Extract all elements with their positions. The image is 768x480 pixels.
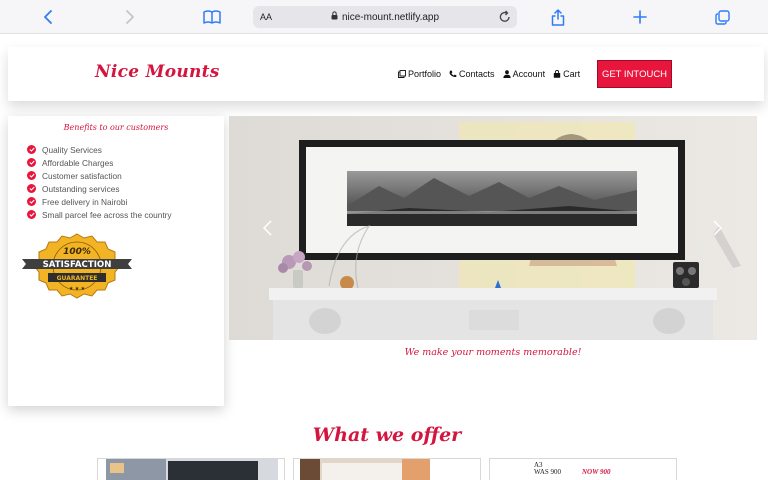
list-item: Quality Services (27, 143, 172, 156)
forward-icon[interactable] (122, 6, 138, 28)
list-item: Outstanding services (27, 182, 172, 195)
nav-portfolio-label: Portfolio (408, 69, 442, 79)
nav-portfolio[interactable]: Portfolio (398, 69, 441, 79)
badge-ribbon-text: GUARANTEE (57, 275, 98, 282)
list-item: Affordable Charges (27, 156, 172, 169)
lock-icon (331, 11, 338, 23)
check-icon (27, 171, 36, 180)
list-item: Free delivery in Nairobi (27, 195, 172, 208)
user-icon (502, 70, 511, 78)
bookmarks-icon[interactable] (202, 6, 222, 28)
nav-account-label: Account (512, 69, 546, 79)
check-icon (27, 197, 36, 206)
phone-icon (449, 70, 457, 78)
what-we-offer-title: What we offer (312, 424, 462, 446)
reload-icon[interactable] (499, 10, 511, 28)
carousel-prev-icon[interactable] (259, 218, 275, 238)
back-icon[interactable] (40, 6, 56, 28)
share-icon[interactable] (549, 6, 567, 28)
nav-account[interactable]: Account (502, 69, 546, 79)
list-item: Small parcel fee across the country (27, 208, 172, 221)
badge-percent: 100% (63, 247, 91, 257)
site-header: Nice Mounts Portfolio Contacts Account C… (8, 47, 764, 101)
offer-image (106, 459, 278, 480)
new-tab-icon[interactable] (631, 6, 649, 28)
nav-contacts[interactable]: Contacts (449, 69, 495, 79)
hero-tagline: We make your moments memorable! (404, 347, 582, 358)
offer-card[interactable] (293, 458, 481, 480)
nav-contacts-label: Contacts (459, 69, 495, 79)
benefits-list: Quality Services Affordable Charges Cust… (27, 143, 172, 221)
offer-card[interactable] (97, 458, 285, 480)
portfolio-icon (398, 70, 406, 78)
check-icon (27, 145, 36, 154)
offer-was-price: WAS 900 (534, 468, 562, 476)
site-logo[interactable]: Nice Mounts (95, 62, 220, 82)
check-icon (27, 184, 36, 193)
carousel-next-icon[interactable] (709, 218, 725, 238)
benefits-card: Benefits to our customers Quality Servic… (8, 116, 224, 406)
offer-image (300, 459, 430, 480)
badge-word: SATISFACTION (43, 260, 112, 270)
benefits-title: Benefits to our customers (63, 123, 169, 132)
get-in-touch-button[interactable]: GET INTOUCH (597, 60, 672, 88)
tab-overview-icon[interactable] (713, 6, 731, 28)
browser-toolbar: AA nice-mount.netlify.app (0, 0, 768, 34)
check-icon (27, 158, 36, 167)
address-bar[interactable]: AA nice-mount.netlify.app (253, 6, 517, 28)
hero-image (229, 116, 757, 340)
main-nav: Portfolio Contacts Account Cart (398, 69, 580, 79)
offer-card[interactable]: A3 WAS 900 NOW 900 (489, 458, 677, 480)
nav-cart-label: Cart (563, 69, 581, 79)
hero-carousel[interactable] (229, 116, 757, 340)
check-icon (27, 210, 36, 219)
badge-stars: ★ ★ ★ (69, 286, 86, 292)
url-text: nice-mount.netlify.app (341, 11, 440, 23)
list-item: Customer satisfaction (27, 169, 172, 182)
nav-cart[interactable]: Cart (553, 69, 580, 79)
bag-icon (553, 70, 561, 78)
offer-now-price: NOW 900 (582, 468, 611, 476)
satisfaction-guarantee-badge: 100% SATISFACTION GUARANTEE ★ ★ ★ (22, 233, 132, 299)
